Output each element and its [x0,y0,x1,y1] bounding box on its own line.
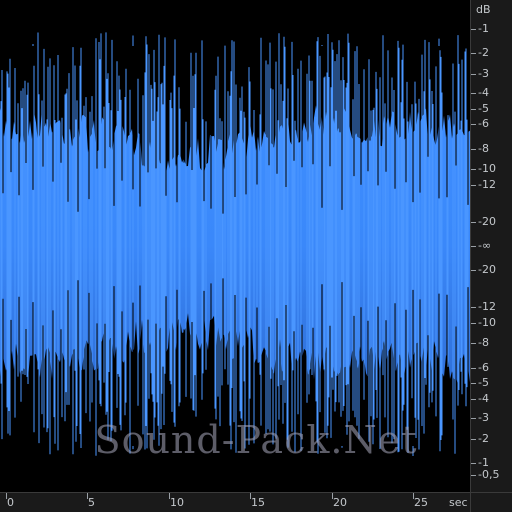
db-tick-label: -3 [478,411,489,424]
db-tick-label: -3 [478,67,489,80]
db-tick-mark [471,307,476,308]
db-tick-mark [471,74,476,75]
db-tick-mark [471,222,476,223]
db-tick-label: -5 [478,102,489,115]
db-tick-label: -2 [478,46,489,59]
db-tick-label: -12 [478,178,496,191]
db-tick-mark [471,109,476,110]
db-tick-mark [471,149,476,150]
db-tick-mark [471,439,476,440]
db-tick-mark [471,29,476,30]
db-tick-mark [471,53,476,54]
db-tick-mark [471,270,476,271]
db-tick-label: -4 [478,392,489,405]
db-tick-mark [471,93,476,94]
db-tick-mark [471,368,476,369]
db-tick-label: -8 [478,336,489,349]
db-tick-label: -10 [478,316,496,329]
db-tick-label: -5 [478,376,489,389]
time-tick-label: 25 [414,496,428,509]
db-tick-mark [471,124,476,125]
time-tick-label: 5 [88,496,95,509]
db-tick-label: -∞ [478,239,492,252]
waveform-display[interactable] [0,0,470,492]
time-unit-label: sec [449,496,468,509]
db-tick-label: -20 [478,263,496,276]
db-tick-mark [471,383,476,384]
db-tick-label: -2 [478,432,489,445]
db-tick-label: -10 [478,162,496,175]
db-tick-mark [471,418,476,419]
waveform-svg[interactable] [0,0,470,492]
axis-corner [470,492,512,512]
db-tick-label: -6 [478,361,489,374]
db-tick-mark [471,246,476,247]
time-tick-label: 20 [333,496,347,509]
db-tick-mark [471,185,476,186]
db-tick-label: -0,5 [478,468,500,481]
db-tick-label: -12 [478,300,496,313]
db-tick-label: -1 [478,22,489,35]
db-tick-label: -6 [478,117,489,130]
time-tick-label: 15 [251,496,265,509]
db-scale: dB -1 -2 -3 -4 -5 -6 -8 -10 -12 -20 -∞ -20 -12 -10 -8 -6… [470,0,512,492]
db-tick-mark [471,343,476,344]
db-tick-label: -20 [478,215,496,228]
db-tick-mark [471,169,476,170]
time-axis: 0 5 10 15 20 25 sec [0,492,470,512]
audio-editor-view: dB -1 -2 -3 -4 -5 -6 -8 -10 -12 -20 -∞ -20 -12 -10 -8 -6… [0,0,512,512]
db-tick-mark [471,475,476,476]
db-tick-mark [471,399,476,400]
db-unit-label: dB [476,3,491,16]
db-tick-mark [471,463,476,464]
db-tick-label: -8 [478,142,489,155]
db-tick-mark [471,323,476,324]
time-tick-label: 10 [170,496,184,509]
db-tick-label: -4 [478,86,489,99]
time-tick-label: 0 [7,496,14,509]
